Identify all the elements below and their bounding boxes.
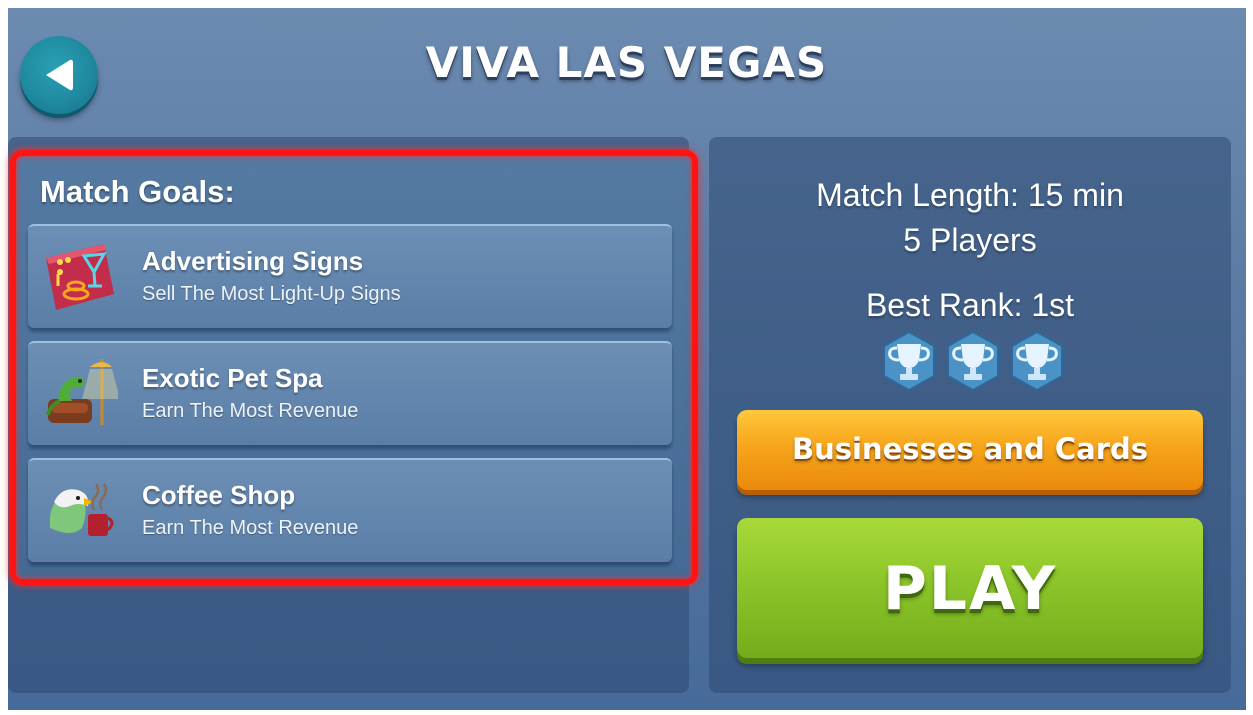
trophy-icon [947, 330, 999, 392]
match-goals-heading: Match Goals: [40, 174, 235, 209]
trophy-row [872, 330, 1072, 392]
goal-card-exotic-pet-spa[interactable]: Exotic Pet Spa Earn The Most Revenue [28, 341, 672, 445]
goal-subtitle: Sell The Most Light-Up Signs [142, 283, 401, 305]
player-count: 5 Players [903, 222, 1037, 258]
trophy-icon [1011, 330, 1063, 392]
best-rank: Best Rank: 1st [865, 287, 1075, 323]
goal-title: Coffee Shop [142, 480, 296, 510]
businesses-and-cards-button[interactable]: Businesses and Cards [737, 410, 1203, 490]
goal-card-advertising-signs[interactable]: Advertising Signs Sell The Most Light-Up… [28, 224, 672, 328]
play-label: PLAY [882, 554, 1058, 624]
trophy-icon [883, 330, 935, 392]
goal-card-coffee-shop[interactable]: Coffee Shop Earn The Most Revenue [28, 458, 672, 562]
match-goals-panel: Match Goals: Advertising Signs Sell The … [10, 150, 698, 585]
play-button[interactable]: PLAY [737, 518, 1203, 658]
businesses-and-cards-label: Businesses and Cards [791, 432, 1149, 466]
exotic-pet-spa-icon [46, 359, 118, 425]
page-title: VIVA LAS VEGAS [425, 38, 828, 87]
goal-title: Exotic Pet Spa [142, 363, 323, 393]
goal-title: Advertising Signs [142, 246, 364, 276]
advertising-signs-icon [46, 244, 114, 310]
goal-subtitle: Earn The Most Revenue [142, 517, 359, 539]
match-length: Match Length: 15 min [816, 177, 1124, 213]
goal-subtitle: Earn The Most Revenue [142, 400, 359, 422]
coffee-shop-icon [49, 483, 114, 536]
